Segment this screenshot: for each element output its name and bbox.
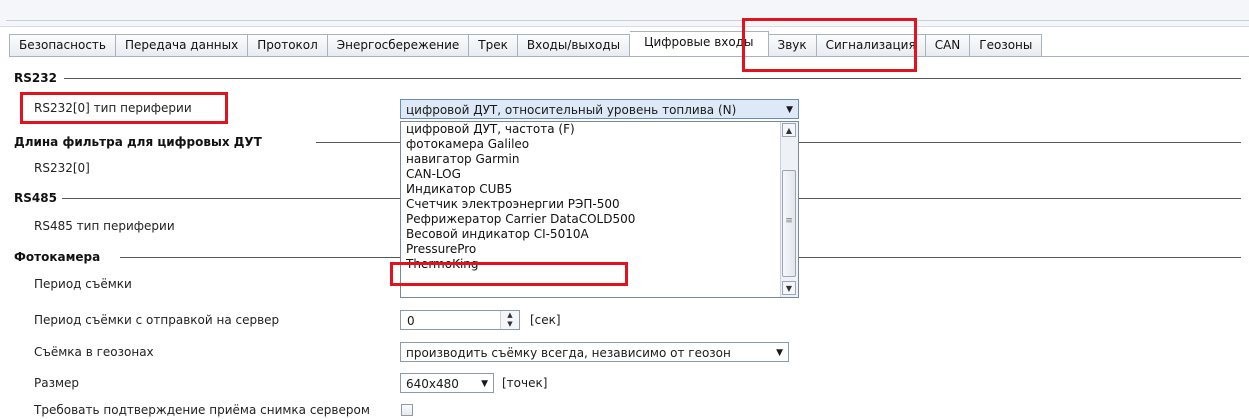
scroll-down-icon[interactable]: ▼ (782, 281, 796, 295)
dropdown-option[interactable]: CAN-LOG (401, 167, 798, 182)
tab-protocol[interactable]: Протокол (248, 34, 328, 57)
top-divider (6, 20, 1249, 21)
camera-confirm-checkbox[interactable] (401, 404, 413, 416)
dropdown-option[interactable]: фотокамера Galileo (401, 137, 798, 152)
chevron-down-icon[interactable]: ▼ (786, 100, 793, 120)
camera-confirm-label: Требовать подтверждение приёма снимка се… (34, 403, 370, 417)
chevron-down-icon[interactable]: ▼ (776, 343, 783, 363)
dropdown-option[interactable]: Рефрижератор Carrier DataCOLD500 (401, 212, 798, 227)
dropdown-scrollbar[interactable]: ▲ ≡ ▼ (780, 122, 798, 297)
dropdown-option-pressurepro[interactable]: PressurePro (401, 242, 798, 257)
scroll-up-icon[interactable]: ▲ (782, 123, 796, 137)
camera-geozone-select[interactable]: производить съёмку всегда, независимо от… (400, 342, 789, 362)
dropdown-option[interactable]: Счетчик электроэнергии РЭП-500 (401, 197, 798, 212)
dropdown-option[interactable]: навигатор Garmin (401, 152, 798, 167)
camera-size-value: 640x480 (406, 377, 459, 391)
camera-geozone-label: Съёмка в геозонах (34, 345, 154, 359)
tab-can[interactable]: CAN (925, 34, 971, 57)
spin-arrows-icon[interactable]: ▲ ▼ (500, 311, 519, 329)
tab-geozones[interactable]: Геозоны (970, 34, 1043, 57)
camera-size-label: Размер (34, 376, 80, 390)
section-camera-title: Фотокамера (14, 250, 101, 264)
dropdown-option[interactable]: цифровой ДУТ, частота (F) (401, 122, 798, 137)
dropdown-option[interactable]: Весовой индикатор CI-5010A (401, 227, 798, 242)
camera-geozone-value: производить съёмку всегда, независимо от… (406, 346, 731, 360)
tab-power-saving[interactable]: Энергосбережение (327, 34, 470, 57)
camera-period-label: Период съёмки (34, 277, 132, 291)
scroll-thumb[interactable]: ≡ (782, 170, 796, 277)
rs232-periph-select[interactable]: цифровой ДУТ, относительный уровень топл… (400, 99, 799, 119)
rs485-periph-label: RS485 тип периферии (34, 219, 175, 233)
camera-period-server-unit: [сек] (530, 313, 561, 327)
dropdown-option[interactable]: Индикатор CUB5 (401, 182, 798, 197)
highlight-label-box (20, 92, 228, 124)
chevron-down-icon[interactable]: ▼ (481, 374, 488, 394)
camera-size-select[interactable]: 640x480 ▼ (400, 373, 494, 393)
tab-security[interactable]: Безопасность (9, 34, 116, 57)
tab-data-transfer[interactable]: Передача данных (115, 34, 249, 57)
toolbar-band (0, 0, 1249, 27)
section-rs232-title: RS232 (14, 71, 57, 85)
highlight-option-box (390, 262, 628, 286)
camera-period-server-label: Период съёмки с отправкой на сервер (34, 313, 280, 327)
camera-period-server-value: 0 (407, 314, 415, 328)
section-divider (64, 78, 1241, 79)
tab-baseline (9, 56, 1249, 57)
section-rs485-title: RS485 (14, 191, 57, 205)
highlight-tab-box (742, 18, 917, 72)
tab-inputs-outputs[interactable]: Входы/выходы (517, 34, 631, 57)
rs232-periph-value: цифровой ДУТ, относительный уровень топл… (406, 103, 737, 117)
section-fuel-filter-title: Длина фильтра для цифровых ДУТ (14, 135, 262, 149)
camera-size-unit: [точек] (502, 376, 548, 390)
camera-period-server-stepper[interactable]: 0 ▲ ▼ (400, 310, 520, 330)
tab-track[interactable]: Трек (469, 34, 518, 57)
fuel-filter-rs232-label: RS232[0] (34, 161, 90, 175)
